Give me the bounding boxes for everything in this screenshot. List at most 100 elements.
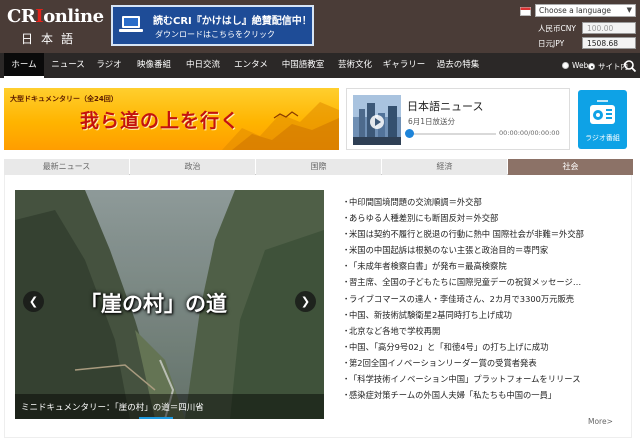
nav-item-gallery[interactable]: ギャラリー <box>381 53 427 78</box>
news-item[interactable]: ・北京など各地で学校再開 <box>341 323 626 339</box>
nav-item-entertainment[interactable]: エンタメ <box>230 53 272 78</box>
news-link[interactable]: 第2回全国イノベーションリーダー賞の受賞者発表 <box>349 358 537 368</box>
news-link[interactable]: 米国は契約不履行と脱退の行動に熱中 国際社会が非難＝外交部 <box>349 229 584 239</box>
language-select-value: Choose a language <box>539 6 611 15</box>
cri-online-logo[interactable]: CRIonline 日本語 <box>7 6 105 48</box>
bullet: ・ <box>342 325 351 336</box>
news-link[interactable]: 感染症対策チームの外国人夫婦「私たちも中国の一員」 <box>349 390 556 400</box>
slide-caption[interactable]: ミニドキュメンタリー：「崖の村」の道＝四川省 <box>21 401 204 413</box>
radio-app-button[interactable]: ラジオ番組 <box>578 90 627 149</box>
category-tabs: 最新ニュース 政治 国際 経済 社会 <box>4 159 633 175</box>
bullet: ・ <box>342 357 351 368</box>
logo-subtitle: 日本語 <box>21 32 82 46</box>
tab-society[interactable]: 社会 <box>508 159 633 175</box>
promo-series-label: 大型ドキュメンタリー（全24回） <box>10 95 118 103</box>
slide-caption-bar: ミニドキュメンタリー：「崖の村」の道＝四川省 <box>15 394 324 419</box>
slide-title: 「崖の村」の道 <box>80 291 227 316</box>
player-title: 日本語ニュース <box>407 100 484 113</box>
news-link[interactable]: 「科学技術イノベーション中国」プラットフォームをリリース <box>349 374 581 384</box>
radio-icon <box>562 62 569 69</box>
documentary-promo-banner[interactable]: 大型ドキュメンタリー（全24回） 我ら道の上を行く <box>4 88 339 150</box>
rate-row-jpy: 日元JPY 1508.68 <box>535 37 636 49</box>
news-item[interactable]: ・中印間国境問題の交流順調＝外交部 <box>341 194 626 210</box>
radio-app-label: ラジオ番組 <box>585 134 620 142</box>
news-item[interactable]: ・ライブコマースの達人・李佳琦さん、2カ月で3300万元販売 <box>341 291 626 307</box>
jpy-amount-input[interactable]: 1508.68 <box>582 37 636 49</box>
news-item[interactable]: ・中国、新技術試験衛星2基同時打ち上げ成功 <box>341 307 626 323</box>
player-time: 00:00:00/00:00:00 <box>499 129 560 137</box>
ad-headline: 読むCRI『かけはし』絶賛配信中！ <box>153 16 312 27</box>
laptop-icon <box>119 16 143 32</box>
news-link[interactable]: 中印間国境問題の交流順調＝外交部 <box>349 197 482 207</box>
bullet: ・ <box>342 293 351 304</box>
bullet: ・ <box>342 309 351 320</box>
nav-item-video[interactable]: 映像番組 <box>132 53 176 78</box>
news-thumbnail[interactable] <box>353 95 401 145</box>
news-list: ・中印間国境問題の交流順調＝外交部 ・あらゆる人種差別にも断固反対＝外交部 ・米… <box>341 194 626 403</box>
news-item[interactable]: ・「未成年者検察白書」が発布＝最高検察院 <box>341 258 626 274</box>
news-item[interactable]: ・習主席、全国の子どもたちに国際児童デーの祝賀メッセージ… <box>341 274 626 290</box>
site-header: CRIonline 日本語 読むCRI『かけはし』絶賛配信中！ ダウンロードはこ… <box>0 0 640 53</box>
bullet: ・ <box>342 197 351 207</box>
news-item[interactable]: ・第2回全国イノベーションリーダー賞の受賞者発表 <box>341 355 626 371</box>
slide-prev-button[interactable]: ❮ <box>23 291 44 312</box>
player-date: 6月1日放送分 <box>408 117 456 126</box>
nav-item-chinese-class[interactable]: 中国語教室 <box>278 53 328 78</box>
news-link[interactable]: 「未成年者検察白書」が発布＝最高検察院 <box>349 261 507 271</box>
news-link[interactable]: 中国、「高分9号02」と「和徳4号」の打ち上げに成功 <box>349 342 549 352</box>
news-item[interactable]: ・「科学技術イノベーション中国」プラットフォームをリリース <box>341 371 626 387</box>
news-link[interactable]: 米国の中国起訴は根拠のない主張と政治目的＝専門家 <box>349 245 548 255</box>
news-item[interactable]: ・米国は契約不履行と脱退の行動に熱中 国際社会が非難＝外交部 <box>341 226 626 242</box>
rate-value: 100.00 <box>587 24 614 33</box>
rate-row-cny: 人民币CNY 100.00 <box>535 22 636 34</box>
slide-indicator <box>139 417 173 419</box>
bullet: ・ <box>342 213 351 224</box>
rate-label: 日元JPY <box>538 39 565 48</box>
search-option-site[interactable]: サイト内 <box>588 61 628 72</box>
news-link[interactable]: あらゆる人種差別にも断固反対＝外交部 <box>349 213 498 223</box>
radio-icon <box>590 100 615 124</box>
search-option-label: Web <box>572 61 589 70</box>
bullet: ・ <box>342 390 351 401</box>
news-link[interactable]: ライブコマースの達人・李佳琦さん、2カ月で3300万元販売 <box>349 294 574 304</box>
nav-item-archive[interactable]: 過去の特集 <box>433 53 483 78</box>
tab-international[interactable]: 国際 <box>256 159 381 175</box>
news-item[interactable]: ・感染症対策チームの外国人夫婦「私たちも中国の一員」 <box>341 387 626 403</box>
more-link[interactable]: More> <box>588 417 613 426</box>
tab-economy[interactable]: 経済 <box>382 159 507 175</box>
player-progress-handle[interactable] <box>405 129 414 138</box>
promo-title: 我ら道の上を行く <box>80 110 241 132</box>
rate-value: 1508.68 <box>587 39 619 48</box>
featured-slideshow[interactable]: 「崖の村」の道 ❮ ❯ ミニドキュメンタリー：「崖の村」の道＝四川省 <box>15 190 324 419</box>
bullet: ・ <box>342 374 351 385</box>
nav-item-exchange[interactable]: 中日交流 <box>181 53 225 78</box>
search-icon[interactable] <box>623 59 637 73</box>
nav-item-home[interactable]: ホーム <box>4 53 44 78</box>
radio-selected-icon <box>588 63 595 70</box>
search-option-web[interactable]: Web <box>562 61 588 70</box>
tab-latest-news[interactable]: 最新ニュース <box>4 159 129 175</box>
calendar-icon <box>520 7 531 16</box>
nav-item-news[interactable]: ニュース <box>48 53 88 78</box>
bullet: ・ <box>342 245 351 256</box>
audio-player: 日本語ニュース 6月1日放送分 00:00:00/00:00:00 <box>346 88 570 150</box>
cny-amount-input[interactable]: 100.00 <box>582 22 636 34</box>
logo-wordmark: CRIonline <box>7 6 104 27</box>
news-item[interactable]: ・中国、「高分9号02」と「和徳4号」の打ち上げに成功 <box>341 339 626 355</box>
nav-item-culture[interactable]: 芸術文化 <box>334 53 376 78</box>
news-link[interactable]: 中国、新技術試験衛星2基同時打ち上げ成功 <box>349 310 512 320</box>
language-select[interactable]: Choose a language ▼ <box>520 4 636 17</box>
news-link[interactable]: 習主席、全国の子どもたちに国際児童デーの祝賀メッセージ… <box>349 277 581 287</box>
news-item[interactable]: ・米国の中国起訴は根拠のない主張と政治目的＝専門家 <box>341 242 626 258</box>
slide-next-button[interactable]: ❯ <box>295 291 316 312</box>
tab-politics[interactable]: 政治 <box>130 159 255 175</box>
kakehashi-ad-banner[interactable]: 読むCRI『かけはし』絶賛配信中！ ダウンロードはこちらをクリック <box>111 5 314 46</box>
main-nav: ホーム ニュース ラジオ 映像番組 中日交流 エンタメ 中国語教室 芸術文化 ギ… <box>0 53 640 78</box>
bullet: ・ <box>342 261 351 272</box>
chevron-down-icon: ▼ <box>626 6 632 14</box>
news-item[interactable]: ・あらゆる人種差別にも断固反対＝外交部 <box>341 210 626 226</box>
player-progress-track[interactable] <box>408 133 496 135</box>
nav-item-radio[interactable]: ラジオ <box>92 53 126 78</box>
bullet: ・ <box>342 341 351 352</box>
news-link[interactable]: 北京など各地で学校再開 <box>349 326 440 336</box>
